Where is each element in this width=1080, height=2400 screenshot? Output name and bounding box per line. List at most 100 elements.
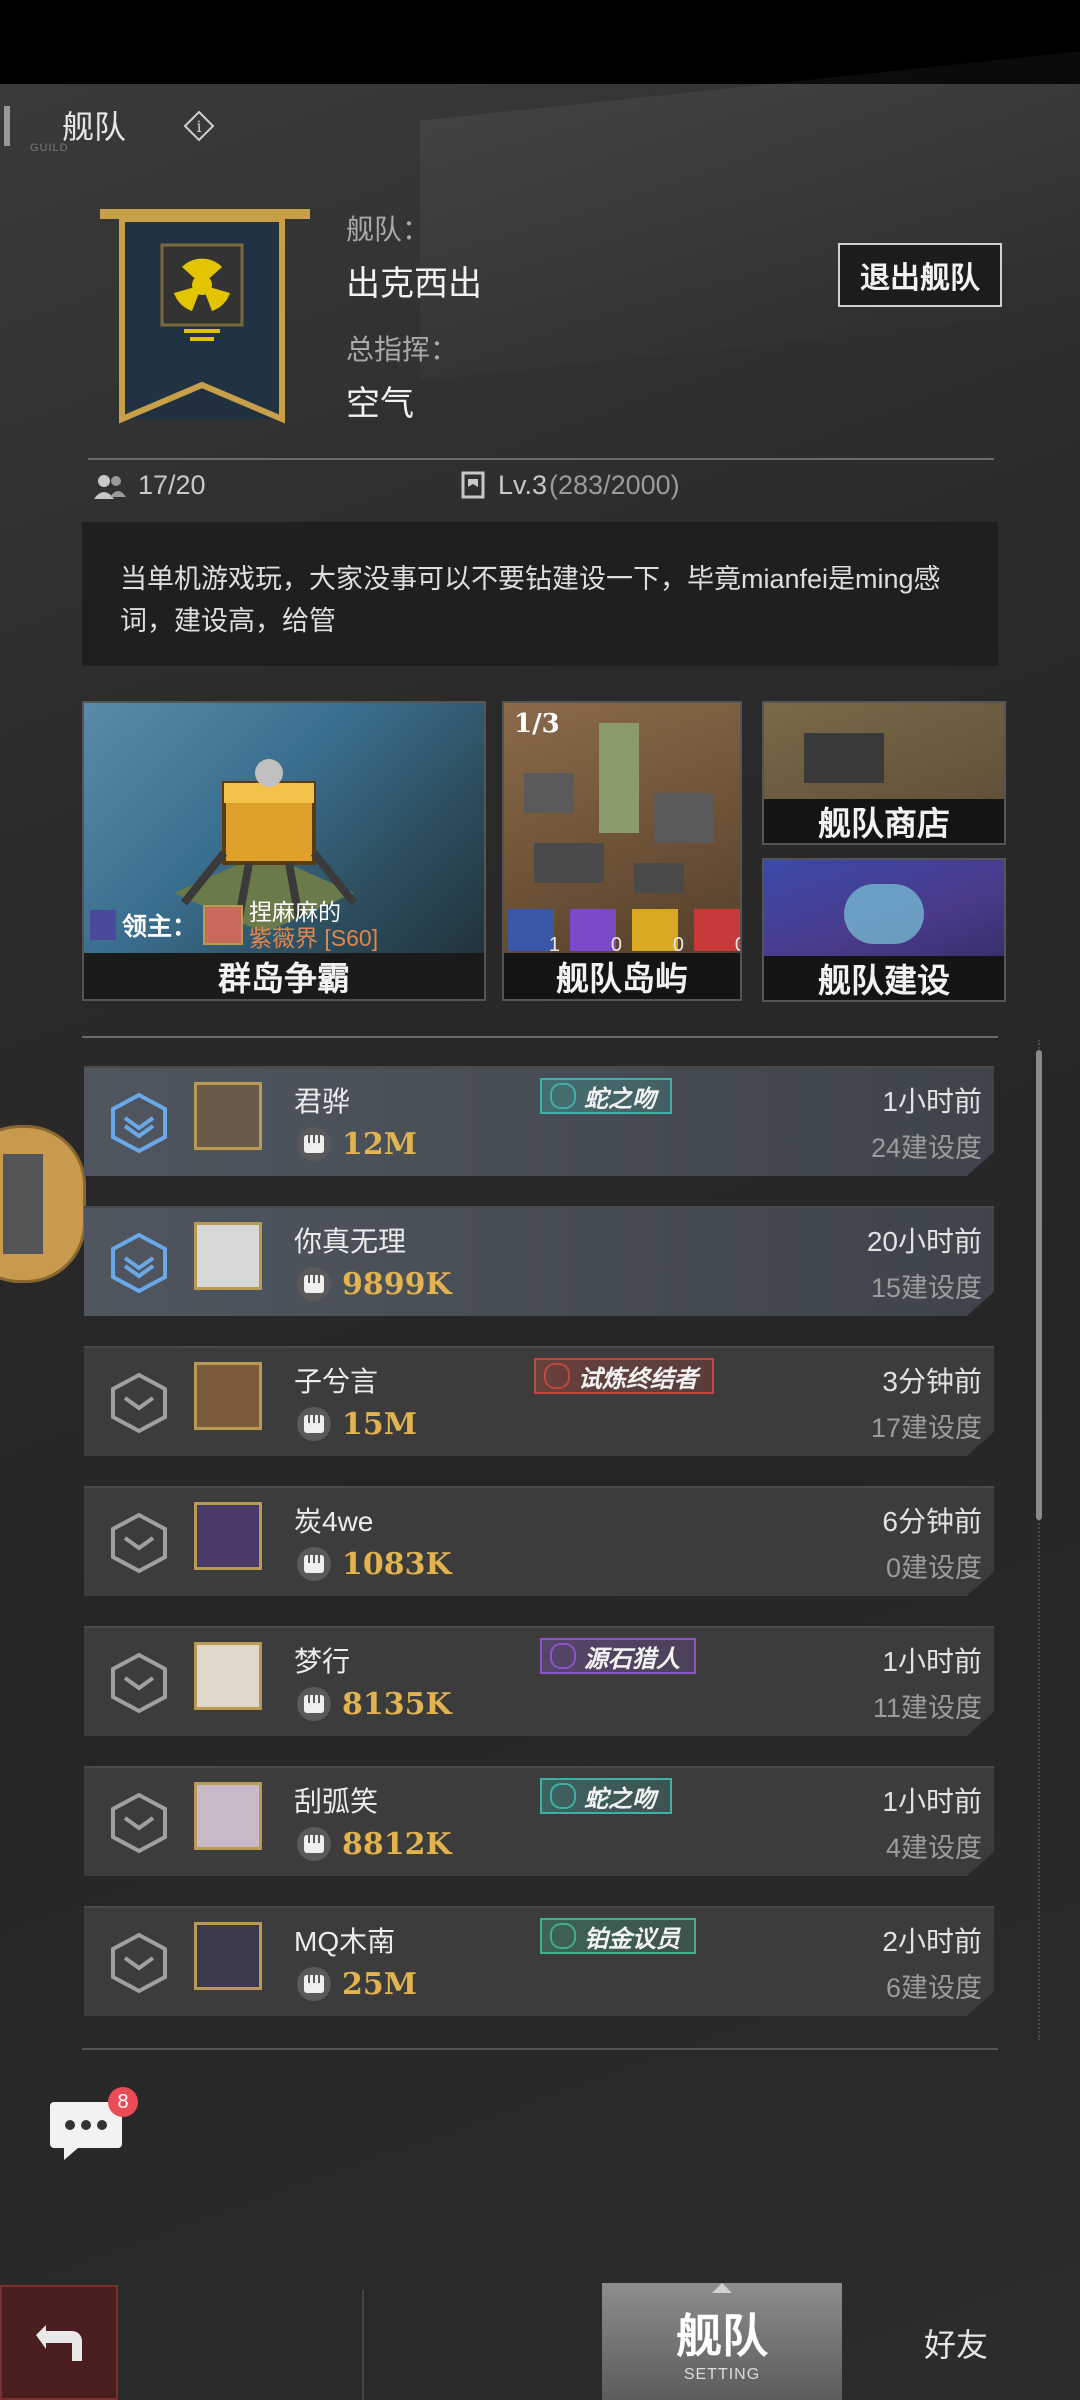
- member-last-online: 20小时前: [866, 1226, 982, 1257]
- tile-island-label: 舰队岛屿: [504, 953, 740, 999]
- member-name: 你真无理: [294, 1226, 407, 1257]
- member-build-points: 11建设度: [872, 1693, 982, 1723]
- members-icon: [94, 474, 126, 499]
- guild-banner-icon: [100, 209, 310, 424]
- level-progress: (283/2000): [549, 470, 680, 500]
- member-name: 刮弧笑: [294, 1786, 379, 1817]
- side-character-avatar[interactable]: [0, 1125, 86, 1283]
- badge-icon: [550, 1643, 576, 1669]
- member-last-online: 3分钟前: [882, 1366, 982, 1397]
- tab-guild-label: 舰队: [676, 2308, 768, 2363]
- tile-build-label: 舰队建设: [764, 956, 1004, 1000]
- member-avatar[interactable]: [194, 1502, 262, 1570]
- fist-icon: [297, 1267, 331, 1301]
- lord-flag-icon: [90, 910, 116, 940]
- member-row[interactable]: 君骅 12M 蛇之吻 1小时前 24建设度: [84, 1066, 994, 1176]
- badge-icon: [550, 1083, 576, 1109]
- member-avatar[interactable]: [194, 1082, 262, 1150]
- back-button[interactable]: [0, 2285, 118, 2400]
- member-power: 15M: [294, 1406, 417, 1442]
- member-rank-icon: [111, 1512, 167, 1574]
- leader-name: 空气: [346, 385, 414, 423]
- lord-label: 领主：: [122, 912, 198, 941]
- member-avatar[interactable]: [194, 1642, 262, 1710]
- badge-icon: [544, 1363, 570, 1389]
- member-name: 君骅: [294, 1086, 351, 1117]
- member-avatar[interactable]: [194, 1362, 262, 1430]
- member-rank-icon: [111, 1652, 167, 1714]
- badge-icon: [550, 1923, 576, 1949]
- member-build-points: 24建设度: [870, 1133, 982, 1163]
- guild-description: 当单机游戏玩，大家没事可以不要钻建设一下，毕竟mianfei是ming感词，建设…: [82, 522, 998, 666]
- island-resources: 1 0 0 0: [508, 909, 740, 956]
- lord-name-top: 捏麻麻的: [249, 899, 342, 925]
- member-title-text: 铂金议员: [584, 1925, 680, 1953]
- member-power: 8135K: [294, 1686, 452, 1722]
- member-avatar[interactable]: [194, 1782, 262, 1850]
- lord-avatar: [203, 905, 244, 945]
- member-row[interactable]: 子兮言 15M 试炼终结者 3分钟前 17建设度: [84, 1346, 994, 1456]
- lord-name: 紫薇界: [249, 925, 319, 951]
- member-count-value: 17/20: [138, 470, 206, 500]
- member-power: 1083K: [294, 1546, 452, 1582]
- member-name: MQ木南: [294, 1926, 396, 1957]
- tab-guild[interactable]: 舰队 SETTING: [602, 2283, 842, 2400]
- tile-shop[interactable]: 舰队商店: [762, 701, 1006, 845]
- resource-gold: 0: [632, 909, 684, 956]
- member-rank-icon: [111, 1372, 167, 1434]
- chat-unread-badge: 8: [108, 2087, 138, 2117]
- member-last-online: 1小时前: [882, 1786, 982, 1817]
- tab-indicator-icon: [712, 2283, 732, 2293]
- tile-island[interactable]: 1/3 1 0 0 0 舰队岛屿: [502, 701, 742, 1001]
- guild-name: 出克西出: [346, 265, 482, 303]
- level-icon: [461, 471, 485, 498]
- member-build-points: 6建设度: [885, 1973, 982, 2003]
- member-power: 8812K: [294, 1826, 452, 1862]
- tile-war[interactable]: 领主： 捏麻麻的 紫薇界 [S60] 群岛争霸: [82, 701, 486, 1001]
- member-row[interactable]: 炭4we 1083K 6分钟前 0建设度: [84, 1486, 994, 1596]
- member-avatar[interactable]: [194, 1222, 262, 1290]
- member-title-text: 源石猎人: [584, 1645, 680, 1673]
- member-title-text: 蛇之吻: [584, 1085, 656, 1113]
- member-last-online: 1小时前: [882, 1646, 982, 1677]
- officer-rank-icon: [111, 1092, 167, 1154]
- member-power: 9899K: [294, 1266, 452, 1302]
- badge-icon: [550, 1783, 576, 1809]
- member-title-badge: 试炼终结者: [534, 1358, 714, 1394]
- member-power-value: 12M: [342, 1126, 417, 1162]
- member-last-online: 6分钟前: [882, 1506, 982, 1537]
- lord-server: [S60]: [324, 925, 379, 951]
- member-title-badge: 蛇之吻: [540, 1078, 672, 1114]
- member-power: 25M: [294, 1966, 417, 2002]
- member-title-text: 蛇之吻: [584, 1785, 656, 1813]
- member-row[interactable]: 梦行 8135K 源石猎人 1小时前 11建设度: [84, 1626, 994, 1736]
- scrollbar[interactable]: [1036, 1050, 1042, 1520]
- member-row[interactable]: 你真无理 9899K 20小时前 15建设度: [84, 1206, 994, 1316]
- tile-build[interactable]: 舰队建设: [762, 858, 1006, 1002]
- member-count: 17/20: [92, 470, 206, 501]
- tab-friends[interactable]: 好友: [924, 2320, 988, 2366]
- member-build-points: 17建设度: [870, 1413, 982, 1443]
- fist-icon: [297, 1827, 331, 1861]
- member-avatar[interactable]: [194, 1922, 262, 1990]
- member-title-badge: 铂金议员: [540, 1918, 696, 1954]
- member-row[interactable]: MQ木南 25M 铂金议员 2小时前 6建设度: [84, 1906, 994, 2016]
- info-icon[interactable]: i: [183, 110, 215, 142]
- member-build-points: 15建设度: [870, 1273, 982, 1303]
- divider: [82, 1036, 998, 1038]
- back-arrow-icon: [36, 2325, 82, 2361]
- tab-guild-sublabel: SETTING: [683, 2365, 761, 2383]
- leader-label: 总指挥：: [346, 334, 459, 365]
- tile-war-label: 群岛争霸: [84, 953, 484, 999]
- guild-mark: [4, 106, 32, 146]
- divider: [82, 2048, 998, 2050]
- resource-red: 0: [694, 909, 740, 956]
- fist-icon: [297, 1687, 331, 1721]
- member-rank-icon: [111, 1792, 167, 1854]
- quit-guild-button[interactable]: 退出舰队: [838, 243, 1002, 307]
- member-row[interactable]: 刮弧笑 8812K 蛇之吻 1小时前 4建设度: [84, 1766, 994, 1876]
- member-power-value: 25M: [342, 1966, 417, 2002]
- member-build-points: 4建设度: [885, 1833, 982, 1863]
- member-name: 梦行: [294, 1646, 351, 1677]
- member-build-points: 0建设度: [885, 1553, 982, 1583]
